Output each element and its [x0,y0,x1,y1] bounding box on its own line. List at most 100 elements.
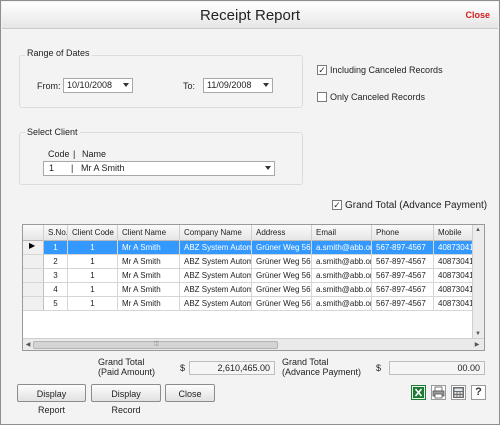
advance-total-value: 00.00 [389,361,485,375]
excel-icon[interactable] [411,385,426,400]
cell-email: a.smith@abb.org [312,241,372,255]
cell-email: a.smith@abb.org [312,297,372,311]
cell-phone: 567-897-4567 [372,283,434,297]
client-select[interactable]: 1 | Mr A Smith [43,161,275,176]
calculator-icon[interactable] [451,385,466,400]
print-icon[interactable] [431,385,446,400]
advance-currency-symbol: $ [376,363,382,373]
cell-client-name: Mr A Smith [118,283,180,297]
cell-client-code: 1 [68,269,118,283]
table-row[interactable]: 5 1 Mr A Smith ABZ System Autom... Grüne… [23,297,484,311]
cell-sno: 1 [44,241,68,255]
grand-total-advance-checkbox[interactable]: ✓ [332,200,342,210]
cell-address: Grüner Weg 565... [252,241,312,255]
scroll-right-icon[interactable]: ▶ [472,340,482,350]
code-column-label: Code [48,149,70,159]
header-separator: | [73,149,76,159]
cell-email: a.smith@abb.org [312,283,372,297]
grid-header: S.No. Client Code Client Name Company Na… [23,225,484,241]
cell-client-name: Mr A Smith [118,269,180,283]
cell-address: Grüner Weg 565... [252,283,312,297]
to-date-value: 11/09/2008 [207,80,252,90]
from-date-value: 10/10/2008 [67,80,113,90]
column-header-client-name[interactable]: Client Name [118,225,180,241]
close-button[interactable]: Close [165,384,215,402]
help-icon[interactable]: ? [471,385,486,400]
chevron-down-icon[interactable] [123,83,129,87]
only-canceled-checkbox[interactable] [317,92,327,102]
scrollbar-thumb[interactable]: ⦙⦙⦙ [33,341,278,349]
close-link[interactable]: Close [465,10,490,20]
receipt-grid[interactable]: S.No. Client Code Client Name Company Na… [22,224,485,351]
display-record-button[interactable]: Display Record [91,384,161,415]
column-header-address[interactable]: Address [252,225,312,241]
client-name-value: Mr A Smith [81,163,125,173]
cell-phone: 567-897-4567 [372,255,434,269]
name-column-label: Name [82,149,107,159]
cell-company-name: ABZ System Autom... [180,255,252,269]
including-canceled-checkbox[interactable]: ✓ [317,65,327,75]
paid-total-value: 2,610,465.00 [189,361,275,375]
receipt-report-window: Receipt Report Close Range of Dates From… [0,0,500,425]
row-selector[interactable] [23,255,44,269]
row-selector[interactable] [23,297,44,311]
cell-client-code: 1 [68,241,118,255]
cell-phone: 567-897-4567 [372,297,434,311]
cell-sno: 2 [44,255,68,269]
cell-phone: 567-897-4567 [372,241,434,255]
only-canceled-label: Only Canceled Records [330,92,426,102]
advance-total-label-line1: Grand Total [282,357,329,367]
paid-total-label-line1: Grand Total [98,357,145,367]
cell-email: a.smith@abb.org [312,255,372,269]
to-date-picker[interactable]: 11/09/2008 [203,78,273,93]
table-row[interactable]: 2 1 Mr A Smith ABZ System Autom... Grüne… [23,255,484,269]
cell-client-code: 1 [68,255,118,269]
chevron-down-icon[interactable] [263,83,269,87]
row-header-corner [23,225,44,241]
cell-client-code: 1 [68,297,118,311]
cell-address: Grüner Weg 565... [252,297,312,311]
from-label: From: [37,81,61,91]
cell-address: Grüner Weg 565... [252,269,312,283]
column-header-phone[interactable]: Phone [372,225,434,241]
grand-total-advance-label: Grand Total (Advance Payment) [345,200,488,211]
cell-company-name: ABZ System Autom... [180,269,252,283]
including-canceled-label: Including Canceled Records [330,65,443,75]
row-selector[interactable] [23,269,44,283]
window-title: Receipt Report [199,7,301,24]
chevron-down-icon[interactable] [265,166,271,170]
column-header-email[interactable]: Email [312,225,372,241]
client-separator: | [71,163,74,173]
select-client-title: Select Client [25,127,80,137]
cell-address: Grüner Weg 565... [252,255,312,269]
column-header-client-code[interactable]: Client Code [68,225,118,241]
cell-email: a.smith@abb.org [312,269,372,283]
client-code-value: 1 [49,163,55,173]
column-header-company-name[interactable]: Company Name [180,225,252,241]
row-selector[interactable]: ▶ [23,241,44,255]
row-selector[interactable] [23,283,44,297]
cell-client-name: Mr A Smith [118,255,180,269]
scroll-left-icon[interactable]: ◀ [23,340,33,350]
title-bar: Receipt Report Close [2,2,498,29]
current-row-icon: ▶ [29,241,36,250]
to-label: To: [183,81,196,91]
cell-company-name: ABZ System Autom... [180,241,252,255]
table-row[interactable]: 4 1 Mr A Smith ABZ System Autom... Grüne… [23,283,484,297]
cell-sno: 4 [44,283,68,297]
table-row[interactable]: ▶ 1 1 Mr A Smith ABZ System Autom... Grü… [23,241,484,255]
cell-company-name: ABZ System Autom... [180,297,252,311]
column-header-sno[interactable]: S.No. [44,225,68,241]
horizontal-scrollbar[interactable]: ◀ ⦙⦙⦙ ▶ [23,338,484,350]
cell-company-name: ABZ System Autom... [180,283,252,297]
display-report-button[interactable]: Display Report [17,384,86,415]
vertical-scrollbar[interactable]: ▲ ▼ [472,225,484,339]
paid-currency-symbol: $ [180,363,186,373]
from-date-picker[interactable]: 10/10/2008 [63,78,133,93]
date-range-title: Range of Dates [25,48,92,58]
cell-sno: 5 [44,297,68,311]
scroll-up-icon[interactable]: ▲ [473,225,483,235]
table-row[interactable]: 3 1 Mr A Smith ABZ System Autom... Grüne… [23,269,484,283]
cell-phone: 567-897-4567 [372,269,434,283]
cell-sno: 3 [44,269,68,283]
